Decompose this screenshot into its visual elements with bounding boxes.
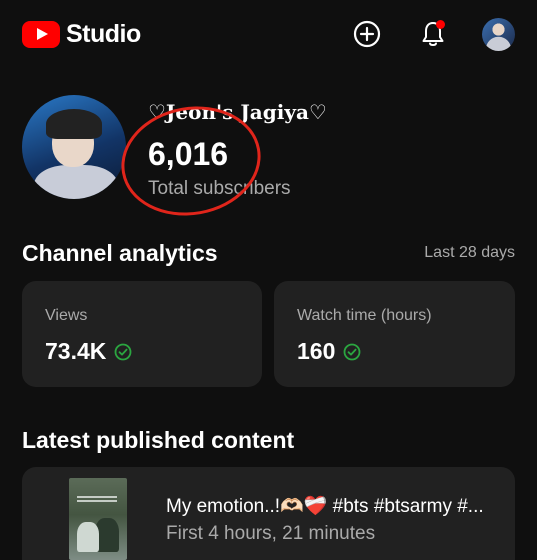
analytics-period: Last 28 days (424, 244, 515, 261)
video-meta: First 4 hours, 21 minutes (166, 523, 376, 544)
youtube-play-icon (22, 21, 60, 48)
views-value: 73.4K (45, 338, 107, 364)
add-circle-icon (353, 20, 381, 48)
watch-time-card[interactable]: Watch time (hours) 160 (274, 281, 515, 387)
views-card[interactable]: Views 73.4K (22, 281, 262, 387)
latest-content-title: Latest published content (22, 427, 295, 453)
youtube-studio-logo[interactable]: Studio (22, 20, 141, 49)
watch-time-value: 160 (297, 338, 336, 364)
channel-avatar[interactable] (22, 95, 126, 199)
video-title: My emotion..!🫶🏻❤️‍🩹 #bts #btsarmy #... (166, 496, 484, 517)
video-thumbnail[interactable] (69, 478, 127, 560)
account-avatar[interactable] (482, 18, 515, 51)
latest-content-item[interactable]: My emotion..!🫶🏻❤️‍🩹 #bts #btsarmy #... F… (22, 467, 515, 560)
app-header: Studio (0, 0, 537, 72)
check-circle-icon (343, 343, 361, 360)
notifications-button[interactable] (418, 19, 448, 49)
watch-time-label: Watch time (hours) (297, 307, 432, 324)
channel-analytics-title: Channel analytics (22, 240, 218, 266)
logo-text: Studio (66, 20, 141, 48)
notification-dot (436, 20, 445, 29)
create-button[interactable] (352, 19, 382, 49)
check-circle-icon (114, 343, 132, 360)
views-label: Views (45, 307, 88, 324)
